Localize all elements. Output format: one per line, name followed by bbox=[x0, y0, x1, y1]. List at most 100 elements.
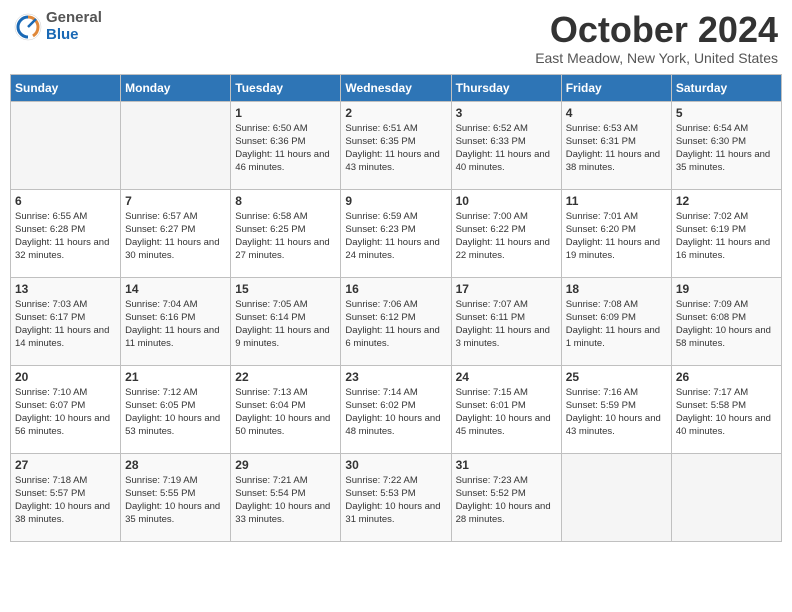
day-info: Sunrise: 7:08 AM Sunset: 6:09 PM Dayligh… bbox=[566, 298, 667, 351]
calendar-cell: 8 Sunrise: 6:58 AM Sunset: 6:25 PM Daylig… bbox=[231, 189, 341, 277]
calendar-cell: 11Sunrise: 7:01 AM Sunset: 6:20 PM Dayli… bbox=[561, 189, 671, 277]
calendar-cell: 17 Sunrise: 7:07 AM Sunset: 6:11 PM Dayli… bbox=[451, 277, 561, 365]
title-block: October 2024 East Meadow, New York, Unit… bbox=[535, 10, 778, 66]
month-title: October 2024 bbox=[535, 10, 778, 50]
day-info: Sunrise: 6:58 AM Sunset: 6:25 PM Dayligh… bbox=[235, 210, 336, 263]
day-info: Sunrise: 6:52 AM Sunset: 6:33 PM Dayligh… bbox=[456, 122, 557, 175]
weekday-header-tuesday: Tuesday bbox=[231, 74, 341, 101]
calendar-cell: 31Sunrise: 7:23 AM Sunset: 5:52 PM Dayli… bbox=[451, 453, 561, 541]
day-number: 26 bbox=[676, 370, 777, 384]
week-row-5: 27 Sunrise: 7:18 AM Sunset: 5:57 PM Dayli… bbox=[11, 453, 782, 541]
weekday-header-row: SundayMondayTuesdayWednesdayThursdayFrid… bbox=[11, 74, 782, 101]
day-number: 23 bbox=[345, 370, 446, 384]
weekday-header-wednesday: Wednesday bbox=[341, 74, 451, 101]
location: East Meadow, New York, United States bbox=[535, 50, 778, 66]
day-info: Sunrise: 7:05 AM Sunset: 6:14 PM Dayligh… bbox=[235, 298, 336, 351]
day-info: Sunrise: 7:17 AM Sunset: 5:58 PM Dayligh… bbox=[676, 386, 777, 439]
calendar-cell: 29 Sunrise: 7:21 AM Sunset: 5:54 PM Dayli… bbox=[231, 453, 341, 541]
logo-general: General bbox=[46, 10, 102, 27]
day-number: 29 bbox=[235, 458, 336, 472]
day-number: 14 bbox=[125, 282, 226, 296]
day-info: Sunrise: 6:54 AM Sunset: 6:30 PM Dayligh… bbox=[676, 122, 777, 175]
calendar-cell: 13 Sunrise: 7:03 AM Sunset: 6:17 PM Dayli… bbox=[11, 277, 121, 365]
day-number: 27 bbox=[15, 458, 116, 472]
calendar-cell: 12 Sunrise: 7:02 AM Sunset: 6:19 PM Dayli… bbox=[671, 189, 781, 277]
calendar-cell: 5 Sunrise: 6:54 AM Sunset: 6:30 PM Daylig… bbox=[671, 101, 781, 189]
day-info: Sunrise: 7:00 AM Sunset: 6:22 PM Dayligh… bbox=[456, 210, 557, 263]
day-info: Sunrise: 7:09 AM Sunset: 6:08 PM Dayligh… bbox=[676, 298, 777, 351]
day-info: Sunrise: 6:53 AM Sunset: 6:31 PM Dayligh… bbox=[566, 122, 667, 175]
day-number: 16 bbox=[345, 282, 446, 296]
calendar-cell bbox=[671, 453, 781, 541]
calendar-cell: 16 Sunrise: 7:06 AM Sunset: 6:12 PM Dayli… bbox=[341, 277, 451, 365]
calendar-cell: 21 Sunrise: 7:12 AM Sunset: 6:05 PM Dayli… bbox=[121, 365, 231, 453]
weekday-header-sunday: Sunday bbox=[11, 74, 121, 101]
day-number: 8 bbox=[235, 194, 336, 208]
calendar-cell: 18Sunrise: 7:08 AM Sunset: 6:09 PM Dayli… bbox=[561, 277, 671, 365]
day-info: Sunrise: 7:14 AM Sunset: 6:02 PM Dayligh… bbox=[345, 386, 446, 439]
day-info: Sunrise: 7:06 AM Sunset: 6:12 PM Dayligh… bbox=[345, 298, 446, 351]
day-info: Sunrise: 7:19 AM Sunset: 5:55 PM Dayligh… bbox=[125, 474, 226, 527]
day-info: Sunrise: 7:18 AM Sunset: 5:57 PM Dayligh… bbox=[15, 474, 116, 527]
calendar-cell: 30 Sunrise: 7:22 AM Sunset: 5:53 PM Dayli… bbox=[341, 453, 451, 541]
day-info: Sunrise: 7:21 AM Sunset: 5:54 PM Dayligh… bbox=[235, 474, 336, 527]
day-info: Sunrise: 7:04 AM Sunset: 6:16 PM Dayligh… bbox=[125, 298, 226, 351]
calendar-cell: 19 Sunrise: 7:09 AM Sunset: 6:08 PM Dayli… bbox=[671, 277, 781, 365]
day-info: Sunrise: 7:03 AM Sunset: 6:17 PM Dayligh… bbox=[15, 298, 116, 351]
day-info: Sunrise: 7:13 AM Sunset: 6:04 PM Dayligh… bbox=[235, 386, 336, 439]
day-number: 12 bbox=[676, 194, 777, 208]
logo-icon bbox=[14, 13, 42, 41]
day-number: 17 bbox=[456, 282, 557, 296]
day-number: 5 bbox=[676, 106, 777, 120]
calendar-cell: 7Sunrise: 6:57 AM Sunset: 6:27 PM Daylig… bbox=[121, 189, 231, 277]
day-number: 24 bbox=[456, 370, 557, 384]
calendar-table: SundayMondayTuesdayWednesdayThursdayFrid… bbox=[10, 74, 782, 542]
calendar-cell: 24 Sunrise: 7:15 AM Sunset: 6:01 PM Dayli… bbox=[451, 365, 561, 453]
calendar-cell: 20Sunrise: 7:10 AM Sunset: 6:07 PM Dayli… bbox=[11, 365, 121, 453]
day-info: Sunrise: 7:07 AM Sunset: 6:11 PM Dayligh… bbox=[456, 298, 557, 351]
day-number: 21 bbox=[125, 370, 226, 384]
day-number: 3 bbox=[456, 106, 557, 120]
week-row-2: 6 Sunrise: 6:55 AM Sunset: 6:28 PM Daylig… bbox=[11, 189, 782, 277]
calendar-cell: 6 Sunrise: 6:55 AM Sunset: 6:28 PM Daylig… bbox=[11, 189, 121, 277]
week-row-3: 13 Sunrise: 7:03 AM Sunset: 6:17 PM Dayli… bbox=[11, 277, 782, 365]
page-header: General Blue October 2024 East Meadow, N… bbox=[10, 10, 782, 66]
weekday-header-friday: Friday bbox=[561, 74, 671, 101]
week-row-1: 1 Sunrise: 6:50 AM Sunset: 6:36 PM Daylig… bbox=[11, 101, 782, 189]
day-info: Sunrise: 6:55 AM Sunset: 6:28 PM Dayligh… bbox=[15, 210, 116, 263]
calendar-cell: 14 Sunrise: 7:04 AM Sunset: 6:16 PM Dayli… bbox=[121, 277, 231, 365]
day-number: 19 bbox=[676, 282, 777, 296]
day-info: Sunrise: 7:12 AM Sunset: 6:05 PM Dayligh… bbox=[125, 386, 226, 439]
day-number: 4 bbox=[566, 106, 667, 120]
day-number: 6 bbox=[15, 194, 116, 208]
day-number: 28 bbox=[125, 458, 226, 472]
calendar-cell: 28 Sunrise: 7:19 AM Sunset: 5:55 PM Dayli… bbox=[121, 453, 231, 541]
day-number: 15 bbox=[235, 282, 336, 296]
week-row-4: 20Sunrise: 7:10 AM Sunset: 6:07 PM Dayli… bbox=[11, 365, 782, 453]
day-number: 30 bbox=[345, 458, 446, 472]
weekday-header-monday: Monday bbox=[121, 74, 231, 101]
weekday-header-saturday: Saturday bbox=[671, 74, 781, 101]
logo: General Blue bbox=[14, 10, 102, 43]
calendar-cell: 23 Sunrise: 7:14 AM Sunset: 6:02 PM Dayli… bbox=[341, 365, 451, 453]
day-info: Sunrise: 6:50 AM Sunset: 6:36 PM Dayligh… bbox=[235, 122, 336, 175]
day-info: Sunrise: 7:02 AM Sunset: 6:19 PM Dayligh… bbox=[676, 210, 777, 263]
day-number: 10 bbox=[456, 194, 557, 208]
calendar-cell: 4 Sunrise: 6:53 AM Sunset: 6:31 PM Daylig… bbox=[561, 101, 671, 189]
day-number: 31 bbox=[456, 458, 557, 472]
calendar-cell: 1 Sunrise: 6:50 AM Sunset: 6:36 PM Daylig… bbox=[231, 101, 341, 189]
day-number: 13 bbox=[15, 282, 116, 296]
day-info: Sunrise: 7:16 AM Sunset: 5:59 PM Dayligh… bbox=[566, 386, 667, 439]
day-number: 2 bbox=[345, 106, 446, 120]
calendar-cell: 15 Sunrise: 7:05 AM Sunset: 6:14 PM Dayli… bbox=[231, 277, 341, 365]
day-number: 20 bbox=[15, 370, 116, 384]
calendar-cell: 22Sunrise: 7:13 AM Sunset: 6:04 PM Dayli… bbox=[231, 365, 341, 453]
calendar-cell bbox=[11, 101, 121, 189]
calendar-cell: 27 Sunrise: 7:18 AM Sunset: 5:57 PM Dayli… bbox=[11, 453, 121, 541]
calendar-cell: 3 Sunrise: 6:52 AM Sunset: 6:33 PM Daylig… bbox=[451, 101, 561, 189]
day-info: Sunrise: 7:15 AM Sunset: 6:01 PM Dayligh… bbox=[456, 386, 557, 439]
day-number: 1 bbox=[235, 106, 336, 120]
day-number: 25 bbox=[566, 370, 667, 384]
calendar-cell: 9Sunrise: 6:59 AM Sunset: 6:23 PM Daylig… bbox=[341, 189, 451, 277]
day-info: Sunrise: 7:22 AM Sunset: 5:53 PM Dayligh… bbox=[345, 474, 446, 527]
